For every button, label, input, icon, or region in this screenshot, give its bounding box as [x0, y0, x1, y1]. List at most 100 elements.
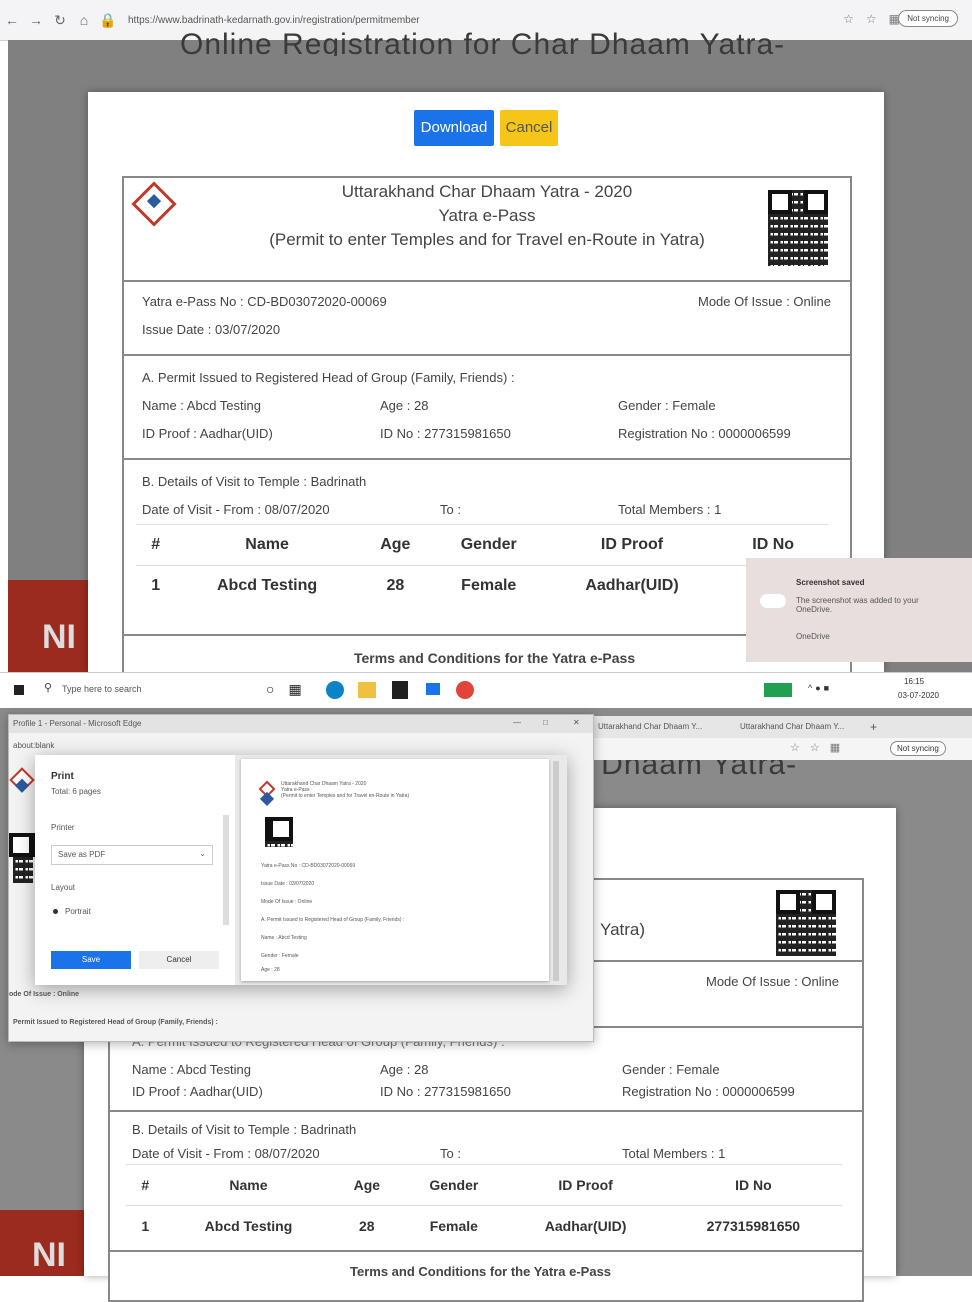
head-name: Name : Abcd Testing [142, 398, 261, 413]
toolbar-icons[interactable]: ☆☆▦ [790, 741, 850, 754]
column-header: Name [164, 1164, 333, 1206]
preview-description: (Permit to enter Temples and for Travel … [281, 793, 410, 799]
print-edge-window: Profile 1 - Personal - Microsoft Edge — … [8, 714, 594, 1042]
column-header: ID No [664, 1164, 842, 1206]
window-titlebar: Profile 1 - Personal - Microsoft Edge — … [9, 715, 593, 733]
maximize-icon[interactable]: □ [543, 718, 548, 727]
registration-number: Registration No : 0000006599 [622, 1084, 795, 1099]
divider [124, 634, 850, 636]
divider [124, 458, 850, 460]
table-cell: 1 [126, 1205, 165, 1246]
print-dialog: Print Total: 6 pages Printer Save as PDF… [35, 755, 567, 985]
print-subtitle: Total: 6 pages [51, 787, 101, 796]
tab-1[interactable]: Uttarakhand Char Dhaam Y... [598, 722, 702, 731]
uttarakhand-logo-icon [258, 780, 276, 798]
portrait-radio[interactable] [53, 909, 58, 914]
table-cell: Female [401, 1205, 507, 1246]
pass-title: Uttarakhand Char Dhaam Yatra - 2020 [341, 182, 633, 201]
clock-time[interactable]: 16:15 [904, 677, 924, 686]
cancel-button[interactable]: Cancel [500, 110, 558, 146]
store-icon[interactable] [392, 681, 408, 699]
search-icon: ⚲ [44, 682, 53, 694]
close-icon[interactable]: ✕ [573, 718, 580, 727]
preview-age: Age : 28 [261, 967, 280, 973]
address-bar[interactable]: https://www.badrinath-kedarnath.gov.in/r… [128, 15, 420, 26]
table-row: 1 Abcd Testing 28 Female Aadhar(UID) 277… [136, 565, 828, 606]
cloud-icon [760, 594, 786, 608]
divider [110, 1110, 862, 1112]
total-members: Total Members : 1 [618, 502, 722, 517]
layout-label: Layout [51, 883, 76, 892]
edge-toolbar-2: ☆☆▦ Not syncing [590, 738, 972, 760]
members-table: # Name Age Gender ID Proof ID No 1 Abcd … [136, 524, 828, 606]
tab-2[interactable]: Uttarakhand Char Dhaam Y... [740, 722, 844, 731]
column-header: # [136, 524, 176, 566]
chrome-icon[interactable] [456, 681, 474, 699]
cancel-button[interactable]: Cancel [139, 951, 219, 969]
back-arrow-icon[interactable]: ← [0, 12, 24, 28]
download-button[interactable]: Download [414, 110, 494, 146]
head-gender: Gender : Female [618, 398, 716, 413]
table-cell: Aadhar(UID) [506, 1205, 665, 1246]
qr-code-icon [265, 817, 293, 847]
head-id-proof: ID Proof : Aadhar(UID) [142, 426, 273, 441]
terms-heading: Terms and Conditions for the Yatra e-Pas… [354, 650, 636, 666]
date-of-visit: Date of Visit - From : 08/07/2020 [142, 502, 330, 517]
sync-button-2[interactable]: Not syncing [890, 741, 946, 756]
head-age: Age : 28 [380, 398, 429, 413]
uttarakhand-logo-icon [9, 767, 35, 793]
toast-title: Screenshot saved [796, 578, 865, 587]
taskbar-apps-icon[interactable]: ○▦ [266, 681, 316, 698]
table-header-row: # Name Age Gender ID Proof ID No [126, 1164, 842, 1206]
preview-mode: Mode Of Issue : Online [261, 899, 313, 905]
dialog-scrollbar[interactable] [223, 815, 229, 925]
printer-label: Printer [51, 823, 75, 832]
toast-body: The screenshot was added to your OneDriv… [796, 596, 919, 614]
print-preview: Uttarakhand Char Dhaam Yatra - 2020 Yatr… [235, 755, 567, 985]
windows-start-icon[interactable] [14, 685, 24, 695]
mode-of-issue: Mode Of Issue : Online [706, 974, 839, 989]
table-cell: Abcd Testing [175, 565, 359, 606]
sync-button[interactable]: Not syncing [898, 10, 958, 27]
preview-scrollbar[interactable] [553, 761, 559, 981]
window-title: Profile 1 - Personal - Microsoft Edge [13, 719, 142, 728]
behind-permit-fragment: Permit Issued to Registered Head of Grou… [13, 1019, 218, 1026]
registration-number: Registration No : 0000006599 [618, 426, 791, 441]
address-bar-2[interactable]: about:blank [13, 741, 54, 750]
members-table-2: # Name Age Gender ID Proof ID No 1 Abcd … [126, 1164, 842, 1246]
toast-app: OneDrive [796, 632, 830, 641]
table-cell: 28 [332, 1205, 402, 1246]
edge-icon[interactable] [326, 681, 344, 699]
preview-page: Uttarakhand Char Dhaam Yatra - 2020 Yatr… [241, 759, 549, 981]
pass-subtitle: Yatra e-Pass [438, 206, 536, 225]
table-cell: Abcd Testing [164, 1205, 333, 1246]
printer-value: Save as PDF [58, 850, 106, 859]
forward-arrow-icon[interactable]: → [24, 12, 48, 28]
date-of-visit: Date of Visit - From : 08/07/2020 [132, 1146, 320, 1161]
head-gender: Gender : Female [622, 1062, 720, 1077]
preview-gender: Gender : Female [261, 953, 299, 959]
visit-to: To : [440, 502, 461, 517]
file-explorer-icon[interactable] [358, 682, 376, 698]
preview-section-a: A. Permit Issued to Registered Head of G… [261, 917, 405, 923]
tray-icons[interactable]: ^●■ [808, 683, 832, 693]
save-button[interactable]: Save [51, 951, 131, 969]
tray-battery-icon[interactable] [764, 683, 792, 697]
refresh-icon[interactable]: ↻ [48, 12, 72, 29]
clock-date[interactable]: 03-07-2020 [898, 691, 939, 700]
behind-mode-fragment: ode Of Issue : Online [9, 991, 80, 998]
head-id-proof: ID Proof : Aadhar(UID) [132, 1084, 263, 1099]
terms-heading: Terms and Conditions for the Yatra e-Pas… [350, 1264, 612, 1279]
chevron-down-icon: ⌄ [199, 849, 206, 858]
screenshot-toast[interactable]: Screenshot saved The screenshot was adde… [746, 558, 972, 662]
section-b-heading: B. Details of Visit to Temple : Badrinat… [132, 1122, 357, 1137]
mail-icon[interactable] [426, 683, 440, 695]
minimize-icon[interactable]: — [513, 718, 521, 727]
home-icon[interactable]: ⌂ [72, 12, 96, 28]
printer-select[interactable]: Save as PDF ⌄ [51, 845, 213, 865]
head-id-no: ID No : 277315981650 [380, 1084, 511, 1099]
new-tab-icon[interactable]: + [870, 720, 877, 734]
taskbar-search-input[interactable]: Type here to search [62, 684, 142, 694]
table-cell: Aadhar(UID) [545, 565, 719, 606]
yatra-fragment: Yatra) [600, 920, 646, 939]
